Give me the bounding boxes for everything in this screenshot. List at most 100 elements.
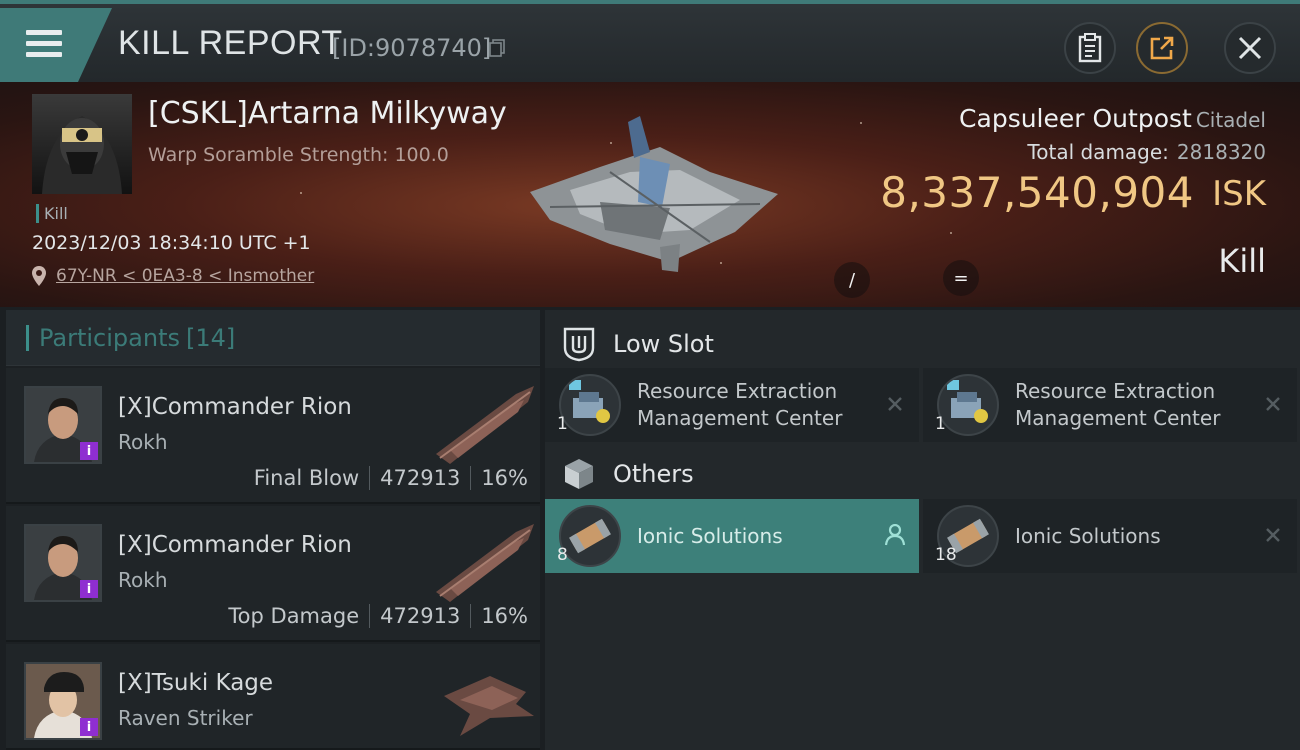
info-badge: i (80, 718, 98, 736)
low-slot-header: Low Slot (545, 316, 1300, 372)
participant-portrait[interactable]: i (24, 386, 102, 464)
victim-avatar (42, 116, 122, 194)
pilot-action-button[interactable] (883, 523, 907, 547)
participants-panel: Participants [14] i [X]Commander Rion Ro… (6, 310, 540, 750)
item-icon (559, 505, 621, 567)
participant-ship-image (436, 386, 534, 464)
hamburger-icon (26, 30, 62, 58)
menu-button[interactable] (0, 8, 112, 82)
participant-ship: Raven Striker (118, 706, 253, 730)
report-id: [ID:9078740] (332, 34, 492, 62)
close-icon (1266, 397, 1280, 411)
remove-item-button[interactable] (1261, 392, 1285, 416)
overlay-indicator-left[interactable]: / (834, 262, 870, 298)
participant-name: [X]Commander Rion (118, 532, 352, 558)
location-pin-icon (32, 266, 46, 286)
remove-item-button[interactable] (1261, 523, 1285, 547)
item-name: Ionic Solutions (1015, 524, 1161, 548)
participant-portrait[interactable]: i (24, 662, 102, 740)
victim-portrait[interactable] (32, 94, 132, 194)
participant-role: Top Damage (228, 604, 360, 628)
item-icon (559, 374, 621, 436)
share-icon (1150, 36, 1174, 60)
kill-location[interactable]: 67Y-NR < 0EA3-8 < Insmother (32, 266, 314, 286)
kill-tag: Kill (36, 204, 68, 223)
participant-percent: 16% (481, 604, 528, 628)
item-icon (937, 374, 999, 436)
item-card[interactable]: 1 Resource Extraction Management Center (545, 368, 919, 442)
kill-banner: [CSKL]Artarna Milkyway Warp Soramble Str… (0, 82, 1300, 307)
participant-name: [X]Tsuki Kage (118, 670, 274, 696)
item-quantity: 8 (557, 545, 568, 565)
resource-extraction-module-icon (569, 380, 610, 423)
victim-name[interactable]: [CSKL]Artarna Milkyway (148, 96, 507, 131)
participant-portrait[interactable]: i (24, 524, 102, 602)
item-quantity: 1 (557, 414, 568, 434)
close-button[interactable] (1224, 22, 1276, 74)
cube-icon (565, 459, 593, 489)
others-header: Others (545, 446, 1300, 502)
close-icon (1266, 528, 1280, 542)
others-title: Others (613, 460, 694, 488)
item-card[interactable]: 18 Ionic Solutions (923, 499, 1297, 573)
warp-scramble-strength: Warp Soramble Strength: 100.0 (148, 144, 449, 166)
top-bar: KILL REPORT [ID:9078740] (0, 0, 1300, 82)
fitting-panel: Low Slot 1 Resource Extraction Managemen… (545, 310, 1300, 750)
target-name: Capsuleer Outpost Citadel (959, 104, 1266, 133)
info-badge: i (80, 580, 98, 598)
participant-ship-image (444, 676, 534, 736)
page-title: KILL REPORT (118, 24, 343, 62)
item-quantity: 18 (935, 545, 957, 565)
clipboard-button[interactable] (1064, 22, 1116, 74)
item-name: Ionic Solutions (637, 524, 783, 548)
remove-item-button[interactable] (883, 392, 907, 416)
low-slot-icon (563, 327, 595, 362)
kill-timestamp: 2023/12/03 18:34:10 UTC +1 (32, 232, 311, 254)
location-link[interactable]: 67Y-NR < 0EA3-8 < Insmother (56, 266, 314, 286)
participants-header: Participants [14] (6, 310, 540, 366)
participants-count: [14] (185, 323, 236, 352)
participant-damage: 472913 (380, 604, 461, 628)
participant-ship-image (436, 524, 534, 602)
item-name-line1: Resource Extraction (637, 379, 838, 403)
item-name-line2: Management Center (1015, 406, 1221, 430)
isk-unit: ISK (1212, 174, 1266, 214)
close-icon (1238, 36, 1262, 60)
participant-percent: 16% (481, 466, 528, 490)
citadel-ship-image (530, 116, 778, 272)
item-card[interactable]: 1 Resource Extraction Management Center (923, 368, 1297, 442)
participant-stats: Final Blow 472913 16% (254, 466, 528, 490)
participant-ship: Rokh (118, 430, 168, 454)
item-name-line2: Management Center (637, 406, 843, 430)
item-card-selected[interactable]: 8 Ionic Solutions (545, 499, 919, 573)
close-icon (888, 397, 902, 411)
participant-row[interactable]: i [X]Commander Rion Rokh Top Damage 4729… (6, 506, 540, 642)
section-accent-bar (26, 324, 29, 351)
person-icon (885, 524, 905, 546)
total-damage: Total damage: 2818320 (1027, 140, 1266, 164)
share-button[interactable] (1136, 22, 1188, 74)
target-structure: Capsuleer Outpost (959, 104, 1192, 133)
resource-extraction-module-icon (947, 380, 988, 423)
copy-icon[interactable] (489, 39, 505, 57)
target-class: Citadel (1195, 108, 1266, 132)
isk-value: 8,337,540,904 (880, 168, 1194, 217)
participants-label: Participants (39, 323, 180, 352)
participant-row[interactable]: i [X]Tsuki Kage Raven Striker (6, 644, 540, 750)
total-damage-label: Total damage: (1027, 140, 1169, 164)
participant-stats: Top Damage 472913 16% (228, 604, 528, 628)
participant-name: [X]Commander Rion (118, 394, 352, 420)
participant-damage: 472913 (380, 466, 461, 490)
item-name-line1: Resource Extraction (1015, 379, 1216, 403)
item-quantity: 1 (935, 414, 946, 434)
low-slot-title: Low Slot (613, 330, 714, 358)
total-damage-value: 2818320 (1176, 140, 1266, 164)
participant-role: Final Blow (253, 466, 360, 490)
participant-ship: Rokh (118, 568, 168, 592)
info-badge: i (80, 442, 98, 460)
kill-result: Kill (1218, 242, 1266, 280)
overlay-indicator-right[interactable]: = (943, 260, 979, 296)
participant-row[interactable]: i [X]Commander Rion Rokh Final Blow 4729… (6, 368, 540, 504)
clipboard-icon (1078, 33, 1102, 63)
ionic-solutions-icon (569, 518, 611, 554)
